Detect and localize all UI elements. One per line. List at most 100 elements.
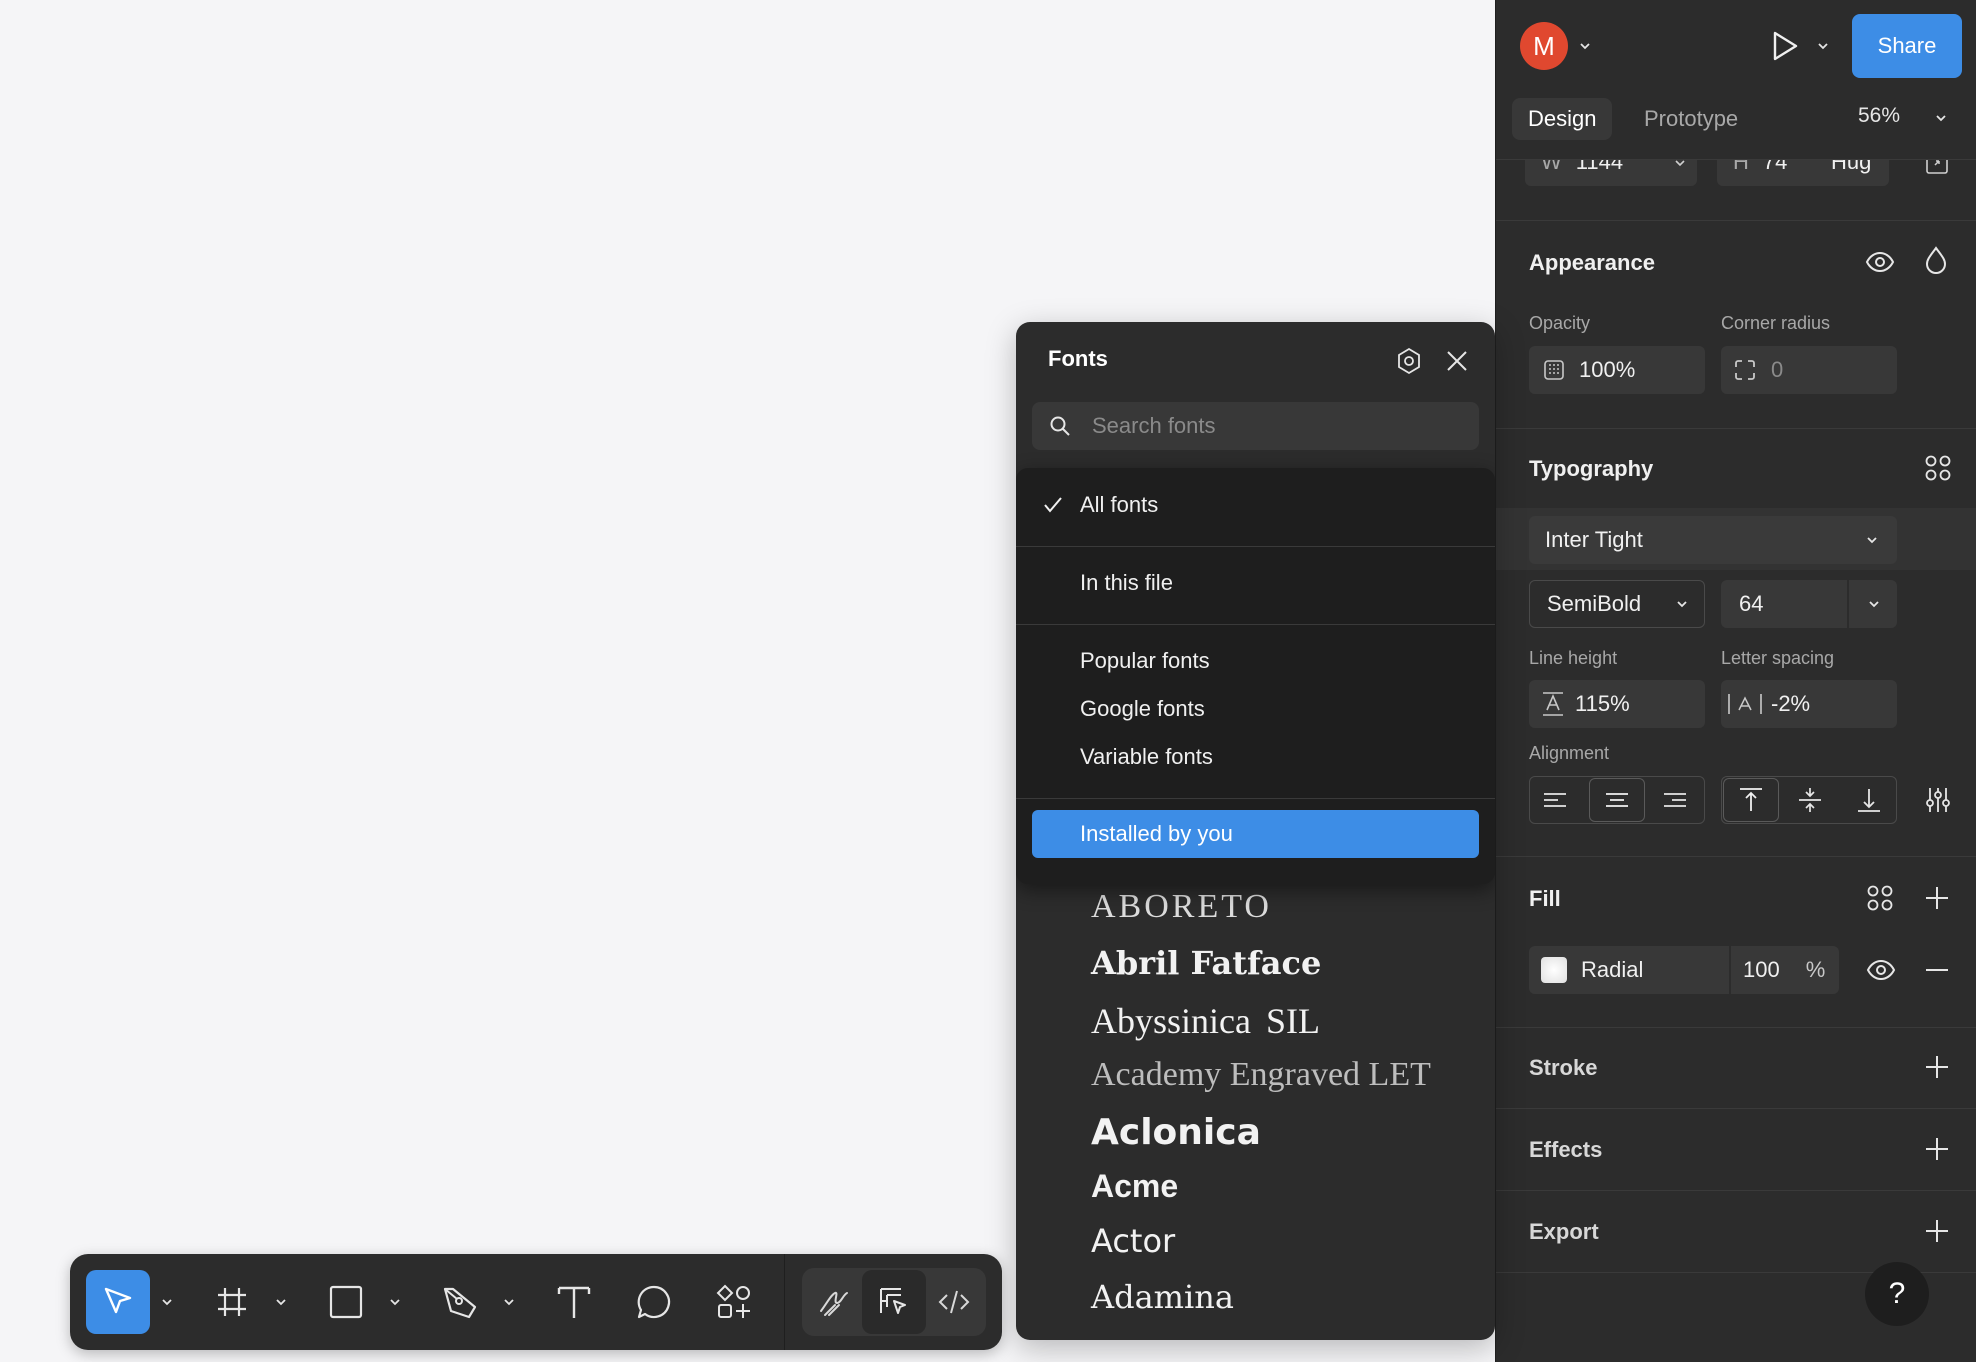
menu-divider (1016, 624, 1495, 625)
close-icon[interactable] (1444, 348, 1470, 374)
menu-item-popular[interactable]: Popular fonts (1080, 648, 1210, 674)
text-icon (557, 1286, 591, 1318)
font-weight-value: SemiBold (1547, 591, 1642, 616)
chevron-down-icon[interactable] (160, 1295, 174, 1309)
minus-icon[interactable] (1923, 956, 1951, 984)
chevron-down-icon[interactable] (274, 1295, 288, 1309)
font-list-item[interactable]: Academy Engraved LET (1091, 1056, 1431, 1094)
eye-icon[interactable] (1865, 954, 1897, 986)
checkmark-icon (1044, 497, 1062, 513)
fill-opacity-unit: % (1805, 957, 1826, 982)
fill-opacity-field[interactable]: 100 % (1731, 946, 1839, 994)
chevron-down-icon[interactable] (1934, 111, 1948, 125)
font-list-item[interactable]: Aclonica (1091, 1112, 1261, 1153)
align-bottom-icon[interactable] (1854, 786, 1884, 814)
menu-item-all-fonts[interactable]: All fonts (1080, 492, 1158, 518)
typography-title: Typography (1529, 456, 1654, 481)
font-list-item[interactable]: Adamina (1091, 1278, 1234, 1316)
chevron-down-icon[interactable] (1867, 597, 1881, 611)
chevron-down-icon[interactable] (1816, 39, 1830, 53)
appearance-title: Appearance (1529, 250, 1655, 275)
panel-header: M Share Design Prototype 56% (1496, 0, 1976, 160)
menu-item-variable[interactable]: Variable fonts (1080, 744, 1213, 770)
styles-grid-icon[interactable] (1923, 453, 1953, 483)
comment-tool-button[interactable] (622, 1270, 686, 1334)
plus-icon[interactable] (1923, 1053, 1951, 1081)
font-list-item[interactable]: Acme (1091, 1168, 1178, 1205)
avatar[interactable]: M (1520, 22, 1568, 70)
font-search-input[interactable] (1092, 413, 1452, 439)
font-list-item[interactable]: Abril Fatface (1091, 944, 1321, 982)
corner-radius-label: Corner radius (1721, 313, 1831, 333)
frame-tool-button[interactable] (200, 1270, 264, 1334)
align-left-icon[interactable] (1540, 786, 1570, 814)
letter-spacing-field[interactable]: -2% (1721, 680, 1897, 728)
divider (1496, 856, 1976, 857)
corner-radius-field[interactable]: 0 (1721, 346, 1897, 394)
chevron-down-icon[interactable] (388, 1295, 402, 1309)
font-search-field[interactable] (1032, 402, 1479, 450)
resources-tool-button[interactable] (702, 1270, 766, 1334)
styles-grid-icon[interactable] (1865, 883, 1895, 913)
chevron-down-icon[interactable] (1578, 39, 1592, 53)
menu-item-in-this-file[interactable]: In this file (1080, 570, 1173, 596)
settings-hex-icon[interactable] (1394, 346, 1424, 376)
design-mode-button[interactable] (862, 1270, 926, 1334)
corner-radius-value: 0 (1771, 357, 1784, 382)
divider (1496, 1108, 1976, 1109)
help-button[interactable]: ? (1865, 1262, 1929, 1326)
share-button[interactable]: Share (1852, 14, 1962, 78)
divider (1496, 428, 1976, 429)
header-divider (1496, 159, 1976, 160)
cursor-icon (104, 1287, 132, 1314)
tab-design[interactable]: Design (1512, 98, 1613, 140)
divider (1496, 1190, 1976, 1191)
font-list-item[interactable]: Actor (1091, 1222, 1175, 1260)
alignment-label: Alignment (1529, 743, 1610, 763)
font-list-item[interactable]: Abyssinica SIL (1091, 1000, 1320, 1042)
chevron-down-icon[interactable] (502, 1295, 516, 1309)
align-right-icon[interactable] (1660, 786, 1690, 814)
bottom-toolbar (70, 1254, 1002, 1350)
pen-icon (443, 1287, 477, 1319)
font-family-select[interactable]: Inter Tight (1529, 516, 1897, 564)
design-mode-icon (880, 1288, 906, 1314)
menu-divider (1016, 798, 1495, 799)
text-tool-button[interactable] (542, 1270, 606, 1334)
opacity-field[interactable]: 100% (1529, 346, 1705, 394)
comment-icon (637, 1285, 671, 1319)
menu-item-installed[interactable]: Installed by you (1032, 810, 1479, 858)
play-icon[interactable] (1764, 26, 1804, 66)
draw-mode-button[interactable] (802, 1270, 866, 1334)
toolbar-divider (784, 1254, 785, 1350)
type-settings-icon[interactable] (1923, 785, 1953, 815)
code-icon (938, 1290, 970, 1314)
pen-tool-button[interactable] (428, 1270, 492, 1334)
dev-mode-button[interactable] (922, 1270, 986, 1334)
plus-icon[interactable] (1923, 1217, 1951, 1245)
fonts-popup: Fonts All fonts In this file Popular fon… (1016, 322, 1495, 1340)
divider (1496, 220, 1976, 221)
plus-icon[interactable] (1923, 1135, 1951, 1163)
letter-spacing-label: Letter spacing (1721, 648, 1835, 668)
letter-spacing-icon (1728, 694, 1762, 714)
line-height-field[interactable]: 115% (1529, 680, 1705, 728)
mode-toggle-group (802, 1268, 986, 1336)
fill-type-field[interactable]: Radial (1529, 946, 1729, 994)
menu-item-google[interactable]: Google fonts (1080, 696, 1205, 722)
font-list-item[interactable]: ABORETO (1091, 888, 1272, 926)
align-middle-icon[interactable] (1795, 786, 1825, 814)
font-size-field[interactable]: 64 (1721, 580, 1897, 628)
font-family-value: Inter Tight (1545, 527, 1643, 552)
rectangle-tool-button[interactable] (314, 1270, 378, 1334)
drop-icon[interactable] (1921, 244, 1951, 276)
eye-icon[interactable] (1864, 246, 1896, 278)
zoom-level[interactable]: 56% (1858, 104, 1900, 128)
tab-prototype[interactable]: Prototype (1628, 98, 1754, 140)
plus-icon[interactable] (1923, 884, 1951, 912)
chevron-down-icon (1867, 537, 1877, 544)
effects-title: Effects (1529, 1137, 1603, 1162)
font-size-value: 64 (1739, 591, 1764, 616)
fill-swatch[interactable] (1541, 957, 1567, 983)
move-tool-button[interactable] (86, 1270, 150, 1334)
